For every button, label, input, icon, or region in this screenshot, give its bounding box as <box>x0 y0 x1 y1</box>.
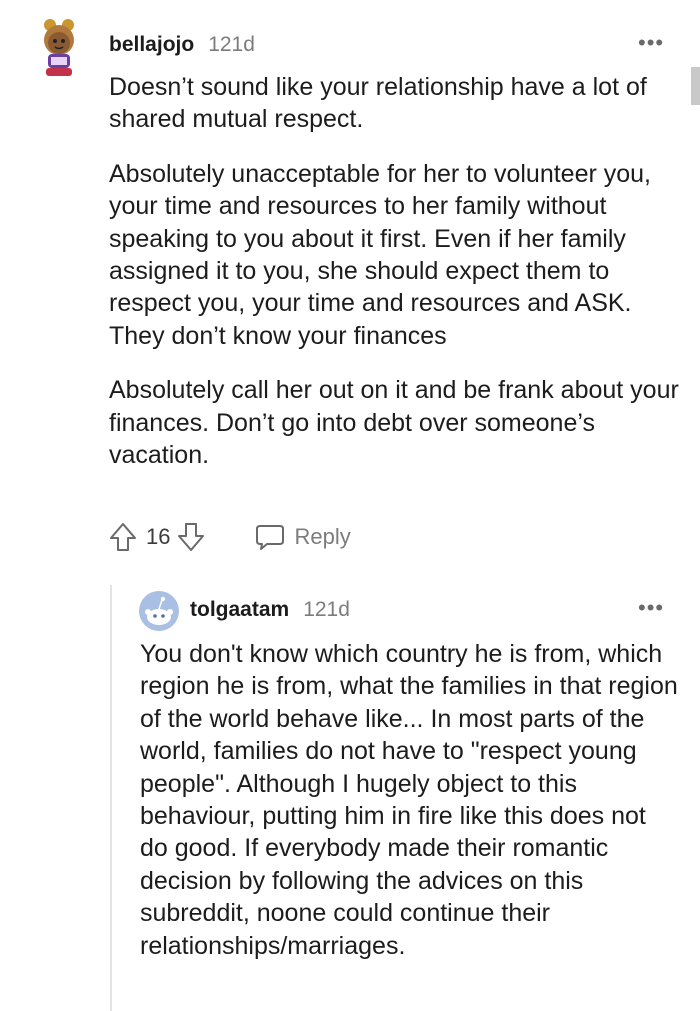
comment-paragraph: Doesn’t sound like your relationship hav… <box>109 73 647 134</box>
comment-age: 121d <box>208 33 255 56</box>
reply-header: tolgaatam 121d <box>190 598 350 622</box>
comment-body: Doesn’t sound like your relationship hav… <box>109 71 679 471</box>
downvote-button[interactable] <box>176 521 206 553</box>
comment-paragraph: Absolutely unacceptable for her to volun… <box>109 159 652 350</box>
reply-button[interactable]: Reply <box>254 522 351 552</box>
username[interactable]: bellajojo <box>109 33 194 57</box>
upvote-button[interactable] <box>108 521 138 553</box>
downvote-arrow-icon <box>178 523 205 551</box>
reply-age: 121d <box>303 598 350 621</box>
reply-paragraph: You don't know which country he is from,… <box>140 640 678 960</box>
scrollbar[interactable] <box>691 67 700 105</box>
reply-body: You don't know which country he is from,… <box>140 638 680 962</box>
reply-more-options-button[interactable]: ••• <box>638 597 664 619</box>
vote-score: 16 <box>146 524 171 549</box>
comment-actions: 16 Reply <box>108 521 351 553</box>
thread-line[interactable] <box>110 585 112 1011</box>
comment-header: bellajojo 121d <box>109 33 255 57</box>
snoo-avatar-icon <box>139 591 179 631</box>
avatar[interactable] <box>34 16 86 78</box>
more-options-button[interactable]: ••• <box>638 32 664 54</box>
upvote-arrow-icon <box>110 523 136 551</box>
reply-label: Reply <box>294 524 351 549</box>
reply-avatar[interactable] <box>139 591 179 631</box>
comment-bubble-icon <box>256 525 285 550</box>
comment-paragraph: Absolutely call her out on it and be fra… <box>109 376 679 470</box>
user-avatar-icon <box>44 19 74 76</box>
reply-username[interactable]: tolgaatam <box>190 598 289 622</box>
